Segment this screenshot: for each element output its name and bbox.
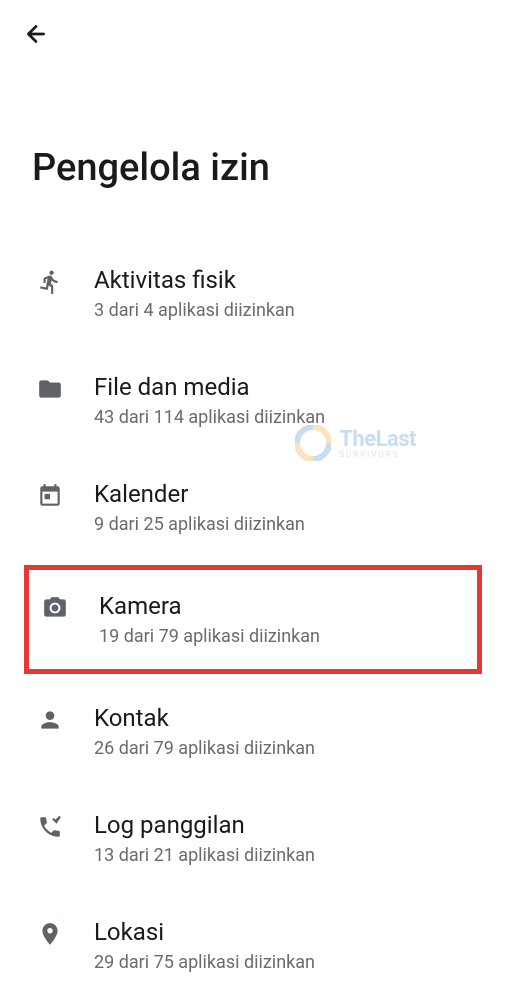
running-icon (36, 268, 64, 296)
permission-list: Aktivitas fisik 3 dari 4 aplikasi diizin… (0, 240, 506, 999)
permission-item-kamera[interactable]: Kamera 19 dari 79 aplikasi diizinkan (24, 565, 482, 674)
back-button[interactable] (20, 18, 52, 50)
watermark-logo-icon (295, 425, 331, 461)
phone-log-icon (36, 813, 64, 841)
permission-title: Kontak (94, 704, 470, 732)
permission-item-kontak[interactable]: Kontak 26 dari 79 aplikasi diizinkan (30, 678, 476, 785)
permission-subtitle: 29 dari 75 aplikasi diizinkan (94, 952, 470, 973)
calendar-icon (36, 482, 64, 510)
permission-subtitle: 13 dari 21 aplikasi diizinkan (94, 845, 470, 866)
permission-text: Kontak 26 dari 79 aplikasi diizinkan (94, 704, 470, 759)
folder-icon (36, 375, 64, 403)
permission-subtitle: 26 dari 79 aplikasi diizinkan (94, 738, 470, 759)
permission-title: File dan media (94, 373, 470, 401)
permission-item-lokasi[interactable]: Lokasi 29 dari 75 aplikasi diizinkan (30, 892, 476, 999)
permission-text: Kamera 19 dari 79 aplikasi diizinkan (99, 592, 465, 647)
permission-text: Kalender 9 dari 25 aplikasi diizinkan (94, 480, 470, 535)
permission-subtitle: 19 dari 79 aplikasi diizinkan (99, 626, 465, 647)
watermark: TheLast SURVIVORS (295, 425, 416, 461)
permission-subtitle: 9 dari 25 aplikasi diizinkan (94, 514, 470, 535)
permission-text: Log panggilan 13 dari 21 aplikasi diizin… (94, 811, 470, 866)
camera-icon (41, 594, 69, 622)
permission-item-aktivitas-fisik[interactable]: Aktivitas fisik 3 dari 4 aplikasi diizin… (30, 240, 476, 347)
permission-text: Aktivitas fisik 3 dari 4 aplikasi diizin… (94, 266, 470, 321)
permission-title: Log panggilan (94, 811, 470, 839)
permission-item-log-panggilan[interactable]: Log panggilan 13 dari 21 aplikasi diizin… (30, 785, 476, 892)
permission-subtitle: 3 dari 4 aplikasi diizinkan (94, 300, 470, 321)
arrow-back-icon (23, 21, 49, 47)
location-icon (36, 920, 64, 948)
page-title: Pengelola izin (0, 68, 506, 240)
watermark-text: TheLast (339, 427, 416, 452)
permission-title: Lokasi (94, 918, 470, 946)
contact-icon (36, 706, 64, 734)
permission-title: Kalender (94, 480, 470, 508)
permission-text: File dan media 43 dari 114 aplikasi diiz… (94, 373, 470, 428)
permission-item-kalender[interactable]: Kalender 9 dari 25 aplikasi diizinkan (30, 454, 476, 561)
permission-title: Kamera (99, 592, 465, 620)
permission-title: Aktivitas fisik (94, 266, 470, 294)
